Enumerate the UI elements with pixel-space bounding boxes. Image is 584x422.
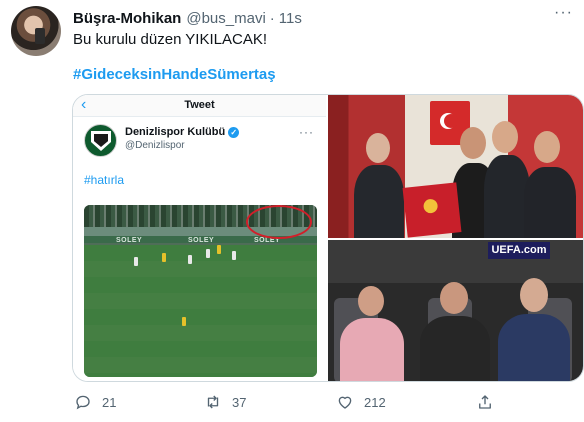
uefa-board: UEFA.com <box>488 242 550 259</box>
screenshot-hashtag: #hatırla <box>84 173 125 187</box>
person-head <box>520 278 548 312</box>
club-logo <box>84 124 117 157</box>
hashtag-link[interactable]: #GideceksinHandeSümertaş <box>73 66 276 83</box>
verified-badge-icon: ✓ <box>228 126 240 138</box>
player-figure <box>217 245 221 254</box>
pitch-grass <box>84 245 317 377</box>
ad-text: SOLEY <box>116 237 143 244</box>
screenshot-title: Tweet <box>184 99 215 111</box>
crescent-cutout <box>444 114 458 128</box>
media-image-stands[interactable]: UEFA.com <box>328 240 583 381</box>
reply-count: 21 <box>102 394 117 410</box>
display-name[interactable]: Büşra-Mohikan <box>73 10 181 27</box>
red-folder <box>402 182 462 238</box>
person-figure <box>354 165 404 238</box>
football-pitch-photo: SOLEY SOLEY SOLEY <box>84 205 317 377</box>
media-image-screenshot[interactable]: ‹ Tweet Denizlispor Kulübü ✓ @Denizlispo… <box>73 95 326 381</box>
avatar[interactable] <box>11 6 61 56</box>
person-figure <box>340 318 404 381</box>
retweet-count: 37 <box>232 394 247 410</box>
tweet[interactable]: Büşra-Mohikan @bus_mavi · 11s ··· Bu kur… <box>0 0 584 422</box>
action-bar: 21 37 212 <box>72 390 572 414</box>
like-count: 212 <box>364 394 386 410</box>
player-figure <box>206 249 210 258</box>
person-head <box>460 127 486 159</box>
club-name-text: Denizlispor Kulübü <box>125 126 226 138</box>
person-figure <box>498 314 570 381</box>
player-figure <box>162 253 166 262</box>
screenshot-more-icon: ··· <box>299 125 314 139</box>
player-figure <box>188 255 192 264</box>
reply-button[interactable]: 21 <box>74 390 116 414</box>
person-head <box>492 121 518 153</box>
tweet-text: Bu kurulu düzen YIKILACAK! <box>73 31 268 48</box>
retweet-icon <box>207 395 219 409</box>
tweet-header: Büşra-Mohikan @bus_mavi · 11s <box>73 8 302 28</box>
player-figure <box>182 317 186 326</box>
ad-text: SOLEY <box>188 237 215 244</box>
player-figure <box>232 251 236 260</box>
screenshot-header-bar: ‹ Tweet <box>73 95 326 117</box>
more-options-icon[interactable]: ··· <box>554 5 572 26</box>
like-button[interactable]: 212 <box>336 390 386 414</box>
phone-shape <box>35 28 45 44</box>
club-name: Denizlispor Kulübü ✓ <box>125 126 240 138</box>
share-icon <box>479 395 491 409</box>
person-head <box>534 131 560 163</box>
person-head <box>440 282 468 314</box>
person-head <box>358 286 384 316</box>
user-handle[interactable]: @bus_mavi <box>186 10 265 27</box>
highlight-circle <box>246 205 312 239</box>
player-figure <box>134 257 138 266</box>
club-handle: @Denizlispor <box>125 140 185 151</box>
person-figure <box>524 167 576 238</box>
emblem-icon <box>422 198 439 214</box>
person-figure <box>420 316 490 381</box>
separator-dot: · <box>269 9 275 27</box>
media-image-ceremony[interactable] <box>328 95 583 238</box>
media-grid: ‹ Tweet Denizlispor Kulübü ✓ @Denizlispo… <box>72 94 584 382</box>
share-button[interactable] <box>476 390 494 414</box>
timestamp[interactable]: 11s <box>279 10 302 27</box>
heart-icon <box>338 396 352 409</box>
person-head <box>366 133 390 163</box>
reply-icon <box>76 395 90 410</box>
retweet-button[interactable]: 37 <box>204 390 246 414</box>
